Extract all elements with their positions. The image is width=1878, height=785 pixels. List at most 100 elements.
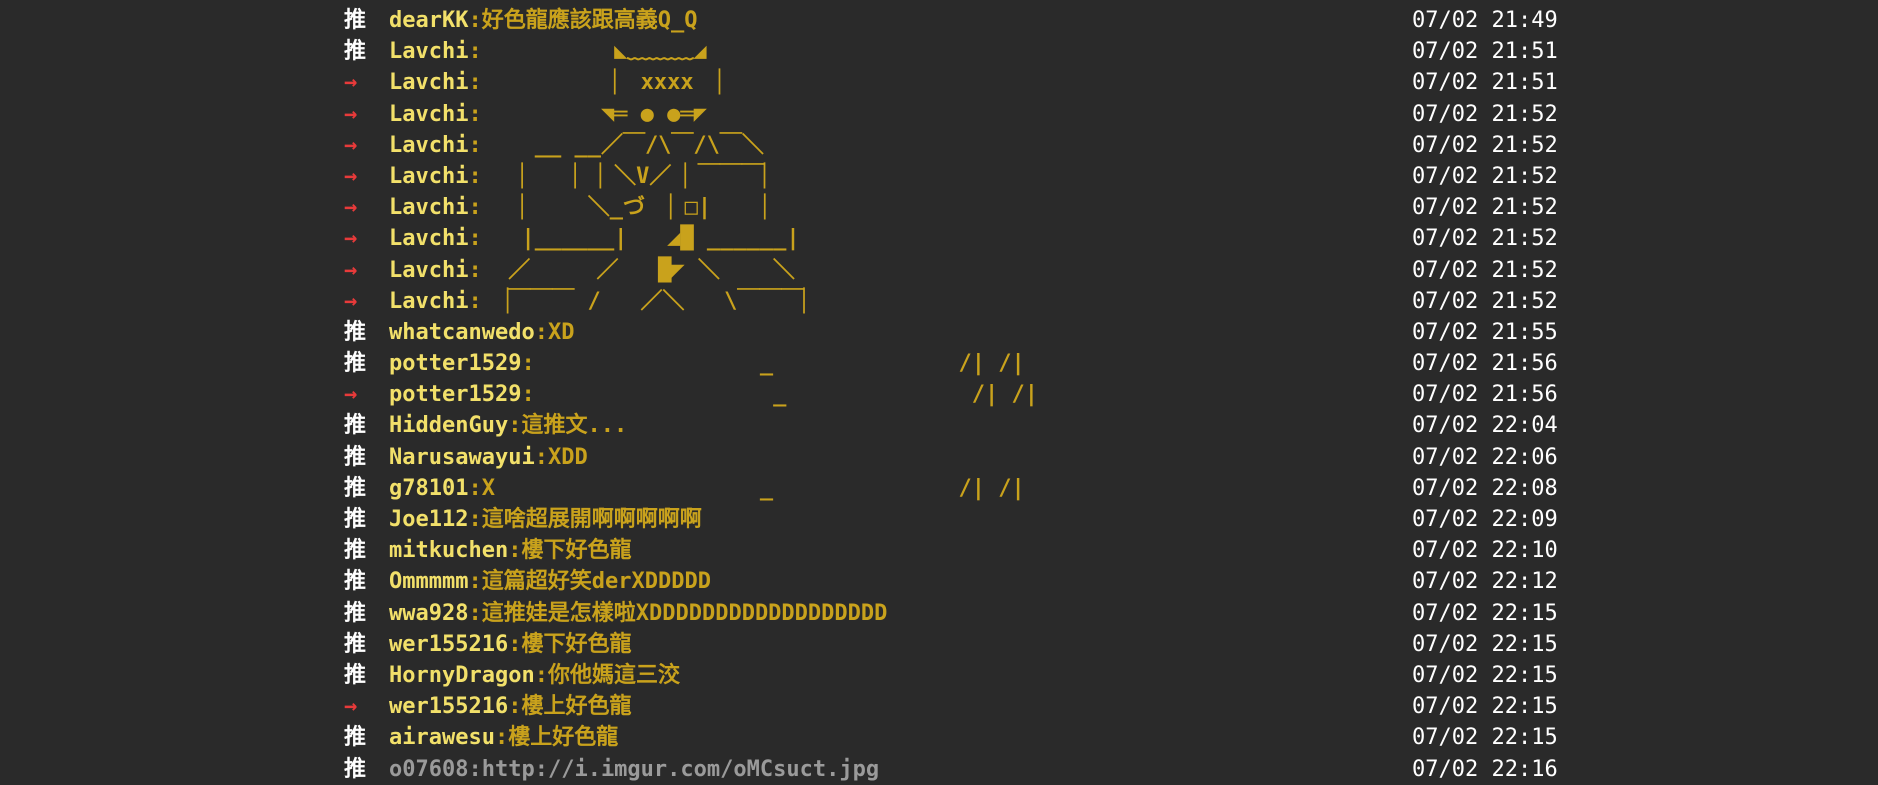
- comment-user: mitkuchen:樓下好色龍: [389, 535, 631, 566]
- comment-time: 07/02 22:06: [1412, 444, 1558, 470]
- username[interactable]: potter1529: [389, 351, 521, 376]
- username[interactable]: Lavchi: [389, 226, 468, 251]
- username[interactable]: airawesu: [389, 725, 495, 750]
- comment-time: 07/02 21:52: [1412, 101, 1558, 127]
- username[interactable]: Lavchi: [389, 133, 468, 158]
- username[interactable]: Lavchi: [389, 39, 468, 64]
- comment-message: 這啥超展開啊啊啊啊啊: [481, 507, 702, 532]
- comment-row: 推 wer155216:樓下好色龍 07/02 22:15: [344, 629, 1558, 660]
- comment-message: 這篇超好笑derXDDDDD: [481, 569, 711, 595]
- username[interactable]: Lavchi: [389, 258, 468, 283]
- comment-user: Lavchi: ▏ xxxx ▕: [389, 67, 720, 98]
- comment-row: 推 wwa928:這推娃是怎樣啦XDDDDDDDDDDDDDDDDDD 07/02 …: [344, 598, 1558, 629]
- comment-time: 07/02 22:16: [1412, 756, 1558, 782]
- username[interactable]: Lavchi: [389, 70, 468, 95]
- comment-message: _ /| /|: [534, 351, 1025, 377]
- colon-separator: :: [468, 39, 482, 65]
- colon-separator: :: [468, 257, 482, 283]
- username[interactable]: wer155216: [389, 694, 508, 719]
- colon-separator: :: [494, 725, 509, 751]
- arrow-tag: →: [344, 132, 358, 158]
- comment-time: 07/02 22:08: [1412, 475, 1558, 501]
- username[interactable]: Narusawayui: [389, 445, 535, 470]
- comment-row: → Lavchi: |______| ◢█ ______| 07/02 21:52: [344, 223, 1558, 254]
- comment-message: ◣﹏﹏﹏◢: [481, 39, 707, 65]
- comment-row: 推 g78101:X _ /| /| 07/02 22:08: [344, 473, 1558, 504]
- comment-time: 07/02 22:12: [1412, 569, 1558, 595]
- push-tag: 推: [344, 662, 367, 688]
- username[interactable]: Lavchi: [389, 164, 468, 189]
- comment-message: ▏ ＼_づ ▕ □| ▏: [481, 195, 778, 221]
- comment-message: 這推文...: [521, 413, 628, 439]
- comment-list: 推 dearKK:好色龍應該跟高義Q_Q 07/02 21:49 推 Lavchi: ◣…: [344, 5, 1558, 785]
- comment-row: → Lavchi: ◥═ ● ●═◤ 07/02 21:52: [344, 99, 1558, 130]
- comment-time: 07/02 22:15: [1412, 631, 1558, 657]
- comment-message: ▏ ▏▕ ＼V／ ▏￣￣￣▏: [481, 163, 778, 189]
- arrow-tag: →: [344, 70, 358, 96]
- comment-row: 推 potter1529: _ /| /| 07/02 21:56: [344, 348, 1558, 379]
- comment-user: Narusawayui:XDD: [389, 442, 588, 473]
- comment-user: HornyDragon:你他媽這三洨: [389, 660, 680, 691]
- username[interactable]: g78101: [389, 476, 468, 501]
- username[interactable]: Lavchi: [389, 102, 468, 127]
- comment-time: 07/02 21:52: [1412, 163, 1558, 189]
- comment-time: 07/02 22:10: [1412, 538, 1558, 564]
- username[interactable]: wer155216: [389, 632, 508, 657]
- arrow-tag: →: [344, 163, 358, 189]
- username[interactable]: mitkuchen: [389, 538, 508, 563]
- comment-user: Lavchi: ◥═ ● ●═◤: [389, 99, 707, 130]
- comment-user: Lavchi: ▕￣￣￣ / ／＼ \￣￣￣▏: [389, 286, 817, 317]
- comment-user: HiddenGuy:這推文...: [389, 410, 627, 441]
- username[interactable]: dearKK: [389, 8, 468, 33]
- colon-separator: :: [468, 288, 482, 314]
- username[interactable]: whatcanwedo: [389, 320, 535, 345]
- comment-message: 這推娃是怎樣啦XDDDDDDDDDDDDDDDDDD: [481, 600, 888, 626]
- colon-separator: :: [468, 569, 482, 595]
- colon-separator: :: [508, 631, 522, 657]
- comment-message: 好色龍應該跟高義Q_Q: [481, 8, 698, 33]
- comment-message: X _ /| /|: [481, 475, 1025, 501]
- comment-time: 07/02 21:51: [1412, 70, 1558, 96]
- username[interactable]: HornyDragon: [389, 663, 535, 688]
- comment-row: → wer155216:樓上好色龍 07/02 22:15: [344, 691, 1558, 722]
- push-tag: 推: [344, 600, 367, 626]
- comment-time: 07/02 21:56: [1412, 351, 1558, 377]
- comment-time: 07/02 22:15: [1412, 725, 1558, 751]
- colon-separator: :: [468, 132, 482, 158]
- comment-row: → Lavchi: ／ ／ █◤ ＼ ＼ 07/02 21:52: [344, 255, 1558, 286]
- username[interactable]: HiddenGuy: [389, 413, 508, 438]
- username[interactable]: Joe112: [389, 507, 468, 532]
- comment-user: potter1529: _ /| /|: [389, 379, 1038, 410]
- colon-separator: :: [521, 382, 535, 408]
- comment-message: XDD: [547, 444, 588, 470]
- username[interactable]: Lavchi: [389, 195, 468, 220]
- username[interactable]: o07608: [389, 757, 468, 782]
- comment-row: → Lavchi: ▏ ＼_づ ▕ □| ▏ 07/02 21:52: [344, 192, 1558, 223]
- arrow-tag: →: [344, 195, 358, 221]
- comment-user: Lavchi: __ __／￣/\￣/\￣＼: [389, 130, 764, 161]
- comment-message[interactable]: http://i.imgur.com/oMCsuct.jpg: [482, 757, 879, 782]
- username[interactable]: Ommmmm: [389, 569, 468, 594]
- comment-user: o07608:http://i.imgur.com/oMCsuct.jpg: [389, 754, 879, 785]
- colon-separator: :: [534, 662, 548, 688]
- push-tag: 推: [344, 413, 367, 439]
- colon-separator: :: [508, 694, 522, 720]
- username[interactable]: potter1529: [389, 382, 521, 407]
- arrow-tag: →: [344, 694, 358, 720]
- colon-separator: :: [468, 70, 482, 96]
- username[interactable]: Lavchi: [389, 289, 468, 314]
- push-tag: 推: [344, 351, 367, 377]
- colon-separator: :: [468, 507, 482, 532]
- push-tag: 推: [344, 319, 367, 345]
- push-tag: 推: [344, 8, 367, 33]
- comment-user: Joe112:這啥超展開啊啊啊啊啊: [389, 504, 702, 535]
- colon-separator: :: [468, 163, 482, 189]
- username[interactable]: wwa928: [389, 601, 468, 626]
- arrow-tag: →: [344, 226, 358, 252]
- comment-user: Lavchi: ▏ ＼_づ ▕ □| ▏: [389, 192, 777, 223]
- comment-row: 推 o07608:http://i.imgur.com/oMCsuct.jpg 07…: [344, 754, 1558, 785]
- colon-separator: :: [468, 600, 482, 626]
- comment-row: 推 whatcanwedo:XD 07/02 21:55: [344, 317, 1558, 348]
- comment-time: 07/02 21:52: [1412, 195, 1558, 221]
- comment-row: 推 airawesu:樓上好色龍 07/02 22:15: [344, 722, 1558, 753]
